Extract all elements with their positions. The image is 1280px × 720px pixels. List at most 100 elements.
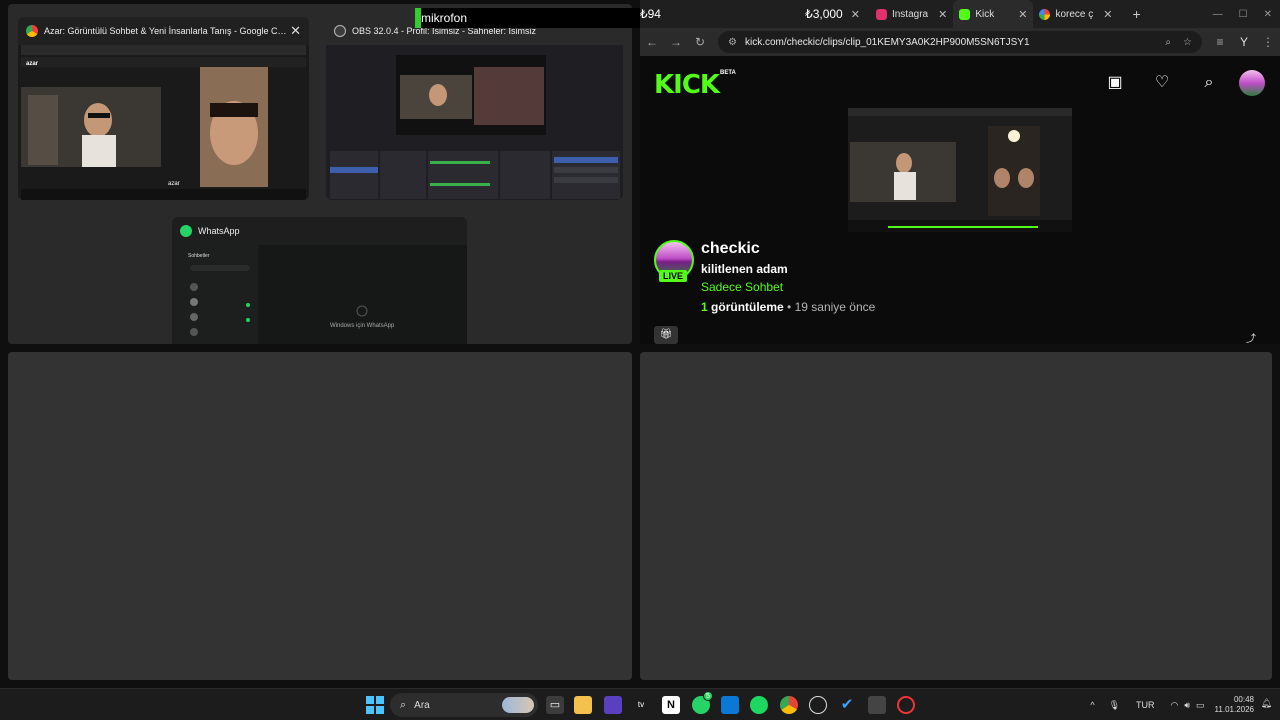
instagram-icon — [875, 8, 887, 20]
whatsapp-center-text: Windows için WhatsApp — [330, 323, 395, 329]
site-info-icon[interactable]: ⚙ — [728, 37, 737, 48]
google-icon — [1039, 8, 1051, 20]
address-bar-row: ← → ↻ ⚙ kick.com/checkic/clips/clip_01KE… — [640, 28, 1280, 56]
search-icon[interactable]: ⌕ — [1200, 74, 1218, 92]
azar-logo: azar — [26, 61, 39, 67]
url-text: kick.com/checkic/clips/clip_01KEMY3A0K2H… — [744, 36, 1030, 48]
tab-label: Instagra — [891, 8, 929, 20]
bookmark-star-icon[interactable]: ☆ — [1183, 37, 1192, 48]
obs-icon — [334, 25, 346, 37]
close-window-icon[interactable]: ✕ — [1264, 9, 1272, 20]
task-view-icon[interactable]: ▭ — [546, 696, 564, 714]
notion-icon[interactable]: N — [662, 696, 680, 714]
clock-time: 00:48 — [1233, 695, 1254, 704]
snap-pane-empty-left — [8, 352, 632, 680]
new-tab-icon[interactable]: + — [1132, 6, 1140, 22]
window-thumbnail-azar[interactable]: Azar: Görüntülü Sohbet & Yeni İnsanlarla… — [18, 17, 309, 200]
window-thumbnail-obs[interactable]: OBS 32.0.4 - Profil: İsimsiz - Sahneler:… — [326, 17, 623, 200]
vscode-icon[interactable] — [721, 696, 739, 714]
mic-overlay: mikrofon — [415, 8, 640, 28]
app-box-icon[interactable] — [868, 696, 886, 714]
close-icon[interactable]: ✕ — [1103, 8, 1112, 21]
reload-icon[interactable]: ↻ — [688, 35, 712, 49]
kick-logo[interactable]: KICK — [654, 70, 720, 100]
search-placeholder: Ara — [414, 699, 430, 711]
svg-text:azar: azar — [168, 181, 180, 187]
apple-tv-icon[interactable]: tv — [632, 696, 650, 714]
following-icon[interactable]: ▣ — [1106, 74, 1124, 92]
tab-google[interactable]: korece ç ✕ — [1033, 0, 1118, 28]
whatsapp-icon — [180, 225, 192, 237]
kick-icon — [959, 8, 971, 20]
clip-views: 1 görüntüleme • 19 saniye önce — [701, 300, 875, 314]
tab-strip: ₺94 ₺3,000 ✕ Instagra ✕ Kick ✕ korece ç … — [640, 0, 1280, 28]
volume-icon[interactable]: 🔊︎ — [1184, 700, 1190, 711]
taskbar: ⌕ Ara ▭ tv N 5 ✔ ^ 🎙︎ TUR ◠ 🔊︎ ▭ 00:48 1… — [0, 688, 1280, 720]
user-avatar[interactable] — [1239, 70, 1265, 96]
search-highlight-icon — [502, 697, 534, 713]
menu-icon[interactable]: ⋮ — [1256, 35, 1280, 49]
chevron-up-icon[interactable]: ^ — [1090, 700, 1094, 710]
profile-icon[interactable]: Y — [1232, 35, 1256, 49]
clock-date: 11.01.2026 — [1214, 705, 1254, 714]
close-icon[interactable]: ✕ — [938, 8, 947, 21]
close-icon[interactable]: ✕ — [1018, 8, 1027, 21]
gift-icon[interactable]: 🎁︎ — [654, 326, 678, 344]
close-icon[interactable]: ✕ — [290, 23, 301, 39]
minimize-icon[interactable]: — — [1213, 9, 1223, 20]
media-icon[interactable]: ≡ — [1208, 35, 1232, 49]
thumbnail-title: WhatsApp — [198, 226, 240, 236]
windows-start-icon[interactable] — [366, 696, 384, 714]
close-icon[interactable]: ✕ — [851, 8, 860, 21]
maximize-icon[interactable]: ☐ — [1239, 9, 1248, 20]
language-indicator[interactable]: TUR — [1136, 700, 1155, 710]
microphone-icon[interactable]: 🎙︎ — [1109, 700, 1120, 711]
thumbnail-preview: azar azar — [18, 45, 309, 200]
whatsapp-badge: 5 — [703, 691, 713, 701]
whatsapp-taskbar-icon[interactable]: 5 — [692, 691, 713, 714]
thumbnail-titlebar: Azar: Görüntülü Sohbet & Yeni İnsanlarla… — [18, 17, 309, 45]
window-thumbnail-whatsapp[interactable]: WhatsApp Sohbetler Windows için WhatsApp — [172, 217, 467, 344]
battery-icon[interactable]: ▭ — [1196, 700, 1205, 711]
search-icon: ⌕ — [400, 698, 407, 711]
taskbar-search[interactable]: ⌕ Ara — [390, 693, 538, 717]
thumbnail-preview — [326, 45, 623, 200]
chrome-window: ₺94 ₺3,000 ✕ Instagra ✕ Kick ✕ korece ç … — [640, 0, 1280, 345]
chatgpt-icon[interactable] — [809, 696, 827, 714]
clock[interactable]: 00:48 11.01.2026 — [1215, 695, 1254, 715]
url-field[interactable]: ⚙ kick.com/checkic/clips/clip_01KEMY3A0K… — [718, 31, 1202, 53]
views-label: görüntüleme — [711, 300, 784, 314]
snap-pane-empty-right — [640, 352, 1272, 680]
notification-icon[interactable]: 🔔︎ — [1261, 698, 1272, 709]
zoom-icon[interactable]: ⌕ — [1165, 37, 1171, 48]
live-badge: LIVE — [659, 270, 688, 282]
tab-instagram[interactable]: Instagra ✕ — [870, 0, 953, 28]
chats-header: Sohbetler — [188, 253, 210, 259]
kick-header: KICK BETA ▣ ♡ ⌕ — [640, 56, 1280, 108]
clip-title: kilitlenen adam — [701, 262, 788, 276]
thumbnail-title: Azar: Görüntülü Sohbet & Yeni İnsanlarla… — [44, 26, 291, 36]
heart-icon[interactable]: ♡ — [1153, 74, 1171, 92]
tab-label: Kick — [975, 8, 995, 20]
forward-icon[interactable]: → — [664, 35, 688, 49]
spotify-icon[interactable] — [750, 696, 768, 714]
recording-icon[interactable] — [897, 696, 915, 714]
channel-name[interactable]: checkic — [701, 240, 760, 258]
todo-icon[interactable]: ✔ — [838, 696, 856, 714]
file-explorer-icon[interactable] — [574, 696, 592, 714]
views-count: 1 — [701, 300, 708, 314]
obs-taskbar-icon[interactable] — [604, 696, 622, 714]
share-icon[interactable]: ⤴ — [1246, 330, 1256, 345]
category-link[interactable]: Sadece Sohbet — [701, 280, 783, 294]
system-tray: ^ 🎙︎ TUR ◠ 🔊︎ ▭ 00:48 11.01.2026 🔔︎ — [1090, 689, 1280, 720]
wifi-icon[interactable]: ◠ — [1171, 700, 1179, 711]
chrome-taskbar-icon[interactable] — [780, 696, 798, 714]
clip-video-player[interactable] — [848, 108, 1072, 232]
tab-label: korece ç — [1055, 8, 1094, 20]
beta-badge: BETA — [720, 70, 736, 76]
thumbnail-titlebar: WhatsApp — [172, 217, 467, 245]
back-icon[interactable]: ← — [640, 35, 664, 49]
clip-time: • 19 saniye önce — [787, 300, 876, 314]
price-right: ₺3,000 — [805, 7, 843, 21]
tab-kick[interactable]: Kick ✕ — [953, 0, 1034, 28]
